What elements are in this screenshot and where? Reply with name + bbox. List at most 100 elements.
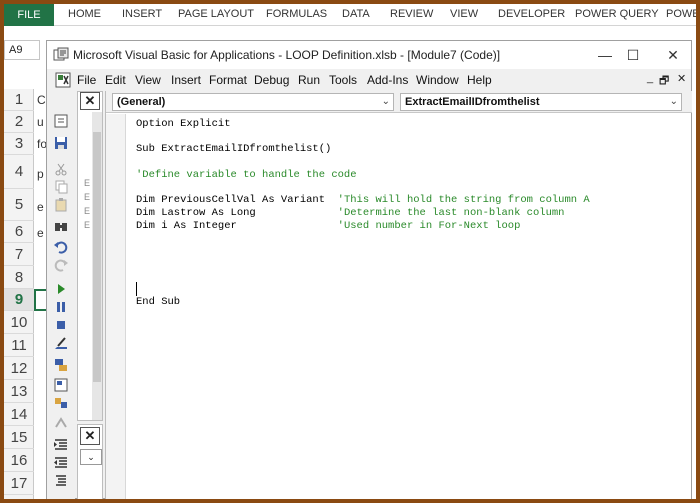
- code-window: (General) ⌄ ExtractEmailIDfromthelist ⌄ …: [105, 91, 692, 500]
- row-header[interactable]: 6: [4, 221, 34, 243]
- project-tree-item[interactable]: E: [84, 206, 90, 216]
- row-header[interactable]: 11: [4, 335, 34, 357]
- code-text: Dim Lastrow As Long: [136, 207, 338, 219]
- menu-run[interactable]: Run: [298, 73, 320, 87]
- code-line: 'Define variable to handle the code: [136, 169, 357, 181]
- code-line: Dim i As Integer 'Used number in For-Nex…: [136, 220, 520, 232]
- ribbon-tab-page-layout[interactable]: PAGE LAYOUT: [178, 8, 254, 20]
- menu-debug[interactable]: Debug: [254, 73, 289, 87]
- row-header-selected[interactable]: 9: [4, 289, 34, 311]
- menu-window[interactable]: Window: [416, 73, 459, 87]
- indent-icon[interactable]: [53, 437, 69, 453]
- maximize-button[interactable]: ☐: [619, 45, 647, 65]
- cut-icon[interactable]: [53, 161, 69, 177]
- break-icon[interactable]: [53, 299, 69, 315]
- run-icon[interactable]: [53, 281, 69, 297]
- ribbon-tab-power-truncated[interactable]: POWE: [666, 8, 700, 20]
- row-header[interactable]: 2: [4, 111, 34, 133]
- properties-object-dropdown[interactable]: ⌄: [80, 449, 102, 465]
- project-tree-item[interactable]: E: [84, 192, 90, 202]
- row-header[interactable]: 17: [4, 473, 34, 495]
- code-comment: 'Used number in For-Next loop: [337, 220, 521, 232]
- ribbon-tab-view[interactable]: VIEW: [450, 8, 478, 20]
- menu-add-ins[interactable]: Add-Ins: [367, 73, 408, 87]
- row-header[interactable]: 1: [4, 89, 34, 111]
- menu-help[interactable]: Help: [467, 73, 492, 87]
- reset-icon[interactable]: [53, 317, 69, 333]
- row-header[interactable]: 15: [4, 427, 34, 449]
- ribbon-tab-insert[interactable]: INSERT: [122, 8, 162, 20]
- text-caret: [136, 282, 137, 296]
- ribbon-tab-developer[interactable]: DEVELOPER: [498, 8, 565, 20]
- row-header[interactable]: 5: [4, 189, 34, 221]
- code-editor[interactable]: Option Explicit Sub ExtractEmailIDfromth…: [136, 118, 686, 498]
- project-explorer-close-button[interactable]: ✕: [80, 92, 100, 110]
- comment-block-icon[interactable]: [53, 473, 69, 489]
- project-tree-item[interactable]: E: [84, 178, 90, 188]
- cell-text: C: [37, 93, 46, 107]
- selected-cell[interactable]: [34, 289, 46, 311]
- ribbon-tab-formulas[interactable]: FORMULAS: [266, 8, 327, 20]
- row-header[interactable]: 13: [4, 381, 34, 403]
- menu-file[interactable]: File: [77, 73, 96, 87]
- ribbon-tab-review[interactable]: REVIEW: [390, 8, 433, 20]
- code-text: End Sub: [136, 296, 181, 308]
- chevron-down-icon: ⌄: [381, 96, 390, 107]
- row-header[interactable]: 14: [4, 404, 34, 426]
- mdi-close-button[interactable]: ✕: [677, 72, 686, 85]
- properties-window-icon[interactable]: [53, 377, 69, 393]
- project-explorer-pane: ✕ E E E E: [77, 91, 103, 421]
- cell-text: e: [37, 226, 44, 240]
- find-icon[interactable]: [53, 217, 69, 233]
- code-window-header: (General) ⌄ ExtractEmailIDfromthelist ⌄: [106, 91, 692, 113]
- redo-icon[interactable]: [53, 257, 69, 273]
- menu-view[interactable]: View: [135, 73, 161, 87]
- properties-pane: ✕ ⌄: [77, 424, 103, 500]
- outdent-icon[interactable]: [53, 455, 69, 471]
- menu-edit[interactable]: Edit: [105, 73, 126, 87]
- ribbon-tab-file[interactable]: FILE: [4, 4, 54, 26]
- code-line: Sub ExtractEmailIDfromthelist(): [136, 143, 331, 155]
- ribbon-tab-home[interactable]: HOME: [68, 8, 101, 20]
- vba-editor-window: Microsoft Visual Basic for Applications …: [46, 40, 692, 500]
- row-header[interactable]: 10: [4, 312, 34, 334]
- row-header[interactable]: 12: [4, 358, 34, 380]
- row-header[interactable]: 8: [4, 267, 34, 289]
- menu-tools[interactable]: Tools: [329, 73, 357, 87]
- ribbon-tab-power-query[interactable]: POWER QUERY: [575, 8, 659, 20]
- mdi-restore-button[interactable]: 🗗: [659, 72, 669, 91]
- design-mode-icon[interactable]: [53, 335, 69, 351]
- code-text: Dim i As Integer: [136, 220, 338, 232]
- paste-icon[interactable]: [53, 197, 69, 213]
- row-header[interactable]: 16: [4, 450, 34, 472]
- procedure-combo[interactable]: ExtractEmailIDfromthelist ⌄: [400, 93, 682, 111]
- excel-ribbon: FILE HOME INSERT PAGE LAYOUT FORMULAS DA…: [4, 4, 700, 26]
- project-explorer-icon[interactable]: [53, 357, 69, 373]
- scrollbar-thumb[interactable]: [93, 132, 101, 382]
- close-button[interactable]: ✕: [659, 45, 687, 65]
- toolbox-icon[interactable]: [53, 415, 69, 431]
- row-header[interactable]: 4: [4, 155, 34, 189]
- undo-icon[interactable]: [53, 239, 69, 255]
- code-line: End Sub: [136, 296, 180, 308]
- row-header[interactable]: 7: [4, 244, 34, 266]
- code-margin[interactable]: [106, 114, 126, 500]
- project-explorer-scrollbar[interactable]: [92, 112, 102, 420]
- copy-icon[interactable]: [53, 179, 69, 195]
- row-headers: 1 2 3 4 5 6 7 8 9 10 11 12 13 14 15 16 1…: [4, 89, 34, 499]
- object-combo[interactable]: (General) ⌄: [112, 93, 394, 111]
- save-icon[interactable]: [53, 135, 69, 151]
- menu-format[interactable]: Format: [209, 73, 247, 87]
- properties-close-button[interactable]: ✕: [80, 427, 100, 445]
- mdi-minimize-button[interactable]: _: [647, 72, 653, 84]
- excel-view-icon[interactable]: [55, 72, 71, 88]
- title-bar[interactable]: Microsoft Visual Basic for Applications …: [47, 41, 691, 69]
- row-header[interactable]: 3: [4, 133, 34, 155]
- insert-module-icon[interactable]: [53, 113, 69, 129]
- minimize-button[interactable]: —: [591, 45, 619, 65]
- ribbon-tab-data[interactable]: DATA: [342, 8, 370, 20]
- menu-insert[interactable]: Insert: [171, 73, 201, 87]
- name-box[interactable]: A9: [4, 40, 40, 60]
- project-tree-item[interactable]: E: [84, 220, 90, 230]
- object-browser-icon[interactable]: [53, 395, 69, 411]
